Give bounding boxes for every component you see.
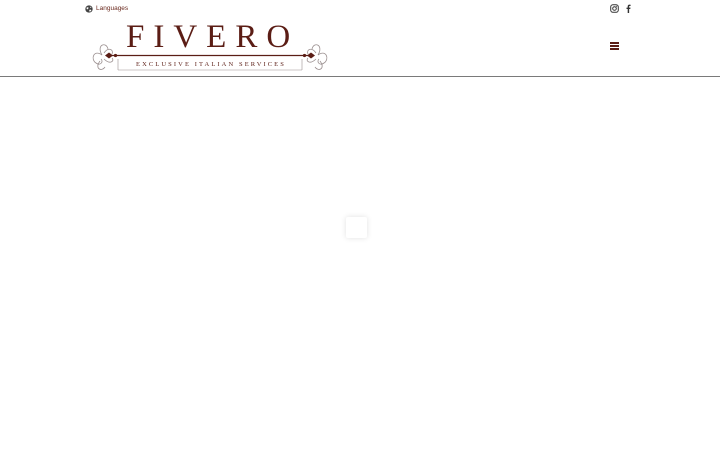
logo-subtitle: EXCLUSIVE ITALIAN SERVICES	[136, 61, 286, 68]
languages-label: Languages	[96, 5, 129, 12]
facebook-link[interactable]	[626, 0, 631, 18]
fivero-logo[interactable]: FIVERO EXCLUSIVE ITALIAN SERVICES	[88, 19, 332, 73]
facebook-icon	[626, 4, 631, 13]
instagram-icon	[610, 3, 619, 13]
hamburger-menu-icon	[610, 42, 619, 44]
languages-selector[interactable]: Languages	[85, 4, 128, 14]
hamburger-menu-button[interactable]	[609, 41, 620, 51]
logo-title: FIVERO	[126, 19, 300, 55]
loading-indicator	[346, 217, 367, 238]
instagram-link[interactable]	[610, 0, 619, 18]
social-links	[610, 3, 631, 14]
site-header: Languages FIVERO EXCLUSIVE ITALIAN SERVI…	[0, 0, 720, 77]
globe-icon	[85, 5, 93, 13]
